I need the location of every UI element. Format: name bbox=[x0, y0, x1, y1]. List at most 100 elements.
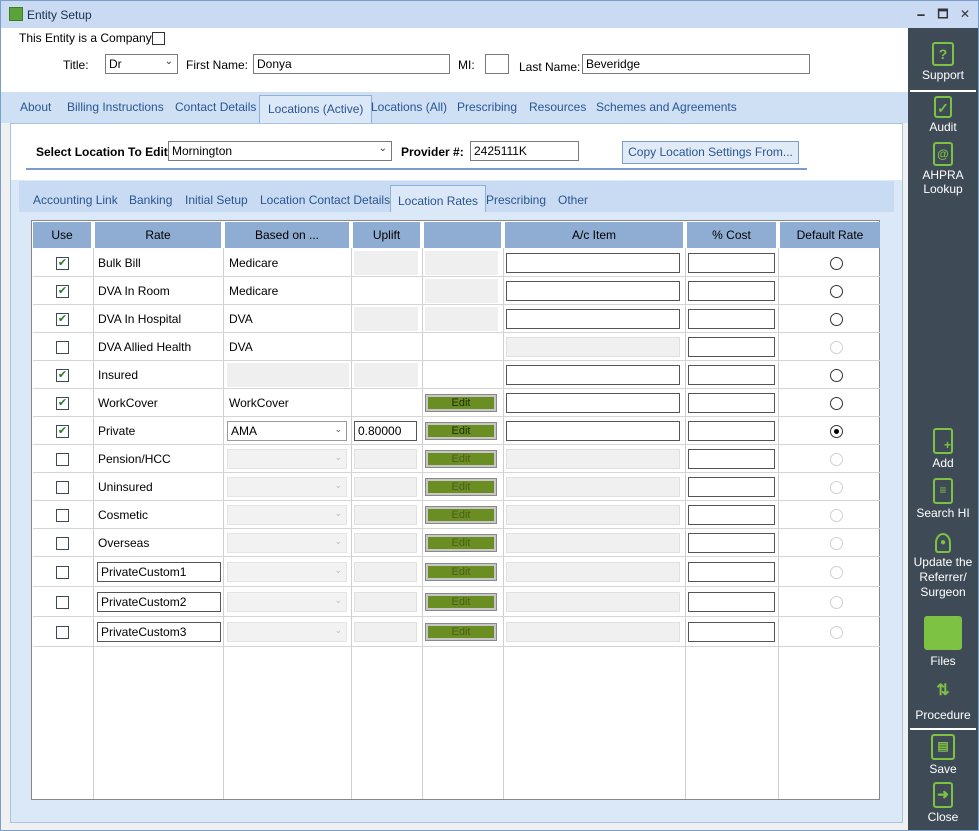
save-button[interactable]: ▤ Save bbox=[908, 734, 978, 776]
uplift-field bbox=[354, 449, 417, 469]
tab-locations-all[interactable]: Locations (All) bbox=[371, 100, 447, 114]
default-rate-radio[interactable] bbox=[830, 425, 843, 438]
default-rate-radio[interactable] bbox=[830, 397, 843, 410]
update-referrer-button[interactable]: ● Update the Referrer/ Surgeon bbox=[908, 533, 978, 600]
maximize-button[interactable]: 🗖 bbox=[933, 5, 953, 23]
ac-item-field[interactable] bbox=[506, 421, 680, 441]
procedure-button[interactable]: ⇅ Procedure bbox=[908, 678, 978, 722]
cost-field[interactable] bbox=[688, 281, 775, 301]
copy-location-settings-button[interactable]: Copy Location Settings From... bbox=[622, 141, 799, 164]
mi-field[interactable] bbox=[485, 54, 509, 74]
ac-item-field[interactable] bbox=[506, 365, 680, 385]
cost-field[interactable] bbox=[688, 393, 775, 413]
edit-button: Edit bbox=[425, 563, 497, 581]
add-button[interactable]: + Add bbox=[908, 428, 978, 470]
use-checkbox[interactable]: ✔ bbox=[56, 285, 69, 298]
title-select[interactable]: Dr ⌄ bbox=[105, 54, 178, 74]
header-default-rate: Default Rate bbox=[780, 222, 880, 248]
tab-accounting-link[interactable]: Accounting Link bbox=[33, 193, 118, 207]
based-on-value: Medicare bbox=[229, 256, 279, 270]
use-checkbox[interactable] bbox=[56, 596, 69, 609]
location-underline bbox=[26, 168, 807, 170]
tab-about[interactable]: About bbox=[20, 100, 51, 114]
based-on-select[interactable]: AMA ⌄ bbox=[227, 421, 347, 441]
first-name-field[interactable]: Donya bbox=[253, 54, 450, 74]
tab-locations-active[interactable]: Locations (Active) bbox=[259, 95, 373, 123]
tab-other[interactable]: Other bbox=[558, 193, 588, 207]
chevron-down-icon: ⌄ bbox=[164, 56, 173, 67]
cost-field[interactable] bbox=[688, 533, 775, 553]
cost-field[interactable] bbox=[688, 622, 775, 642]
ac-item-field[interactable] bbox=[506, 253, 680, 273]
default-rate-radio[interactable] bbox=[830, 257, 843, 270]
ac-item-field[interactable] bbox=[506, 281, 680, 301]
ahpra-lookup-button[interactable]: @ AHPRA Lookup bbox=[908, 142, 978, 196]
edit-button: Edit bbox=[425, 623, 497, 641]
tab-schemes-and-agreements[interactable]: Schemes and Agreements bbox=[596, 100, 737, 114]
cost-field[interactable] bbox=[688, 309, 775, 329]
use-checkbox[interactable] bbox=[56, 537, 69, 550]
cost-field[interactable] bbox=[688, 253, 775, 273]
rate-name: DVA Allied Health bbox=[98, 340, 192, 354]
use-checkbox[interactable]: ✔ bbox=[56, 313, 69, 326]
cost-field[interactable] bbox=[688, 562, 775, 582]
ac-item-field[interactable] bbox=[506, 393, 680, 413]
tab-contact-details[interactable]: Contact Details bbox=[175, 100, 256, 114]
edit-button[interactable]: Edit bbox=[425, 394, 497, 412]
close-window-button[interactable]: ✕ bbox=[955, 5, 975, 23]
cost-field[interactable] bbox=[688, 337, 775, 357]
use-checkbox[interactable] bbox=[56, 626, 69, 639]
audit-button[interactable]: ✓ Audit bbox=[908, 96, 978, 134]
minimize-button[interactable]: 🗕 bbox=[911, 5, 931, 23]
rate-name-field[interactable]: PrivateCustom1 bbox=[97, 562, 221, 582]
default-rate-radio[interactable] bbox=[830, 285, 843, 298]
company-checkbox[interactable] bbox=[152, 32, 165, 45]
chevron-down-icon: ⌄ bbox=[334, 452, 342, 462]
default-rate-radio[interactable] bbox=[830, 369, 843, 382]
last-name-field[interactable]: Beveridge bbox=[582, 54, 810, 74]
use-checkbox[interactable] bbox=[56, 566, 69, 579]
use-checkbox[interactable]: ✔ bbox=[56, 397, 69, 410]
rate-name-field[interactable]: PrivateCustom3 bbox=[97, 622, 221, 642]
location-select[interactable]: Mornington ⌄ bbox=[168, 141, 392, 161]
tab-banking[interactable]: Banking bbox=[129, 193, 172, 207]
company-label: This Entity is a Company bbox=[19, 31, 152, 45]
default-rate-radio[interactable] bbox=[830, 313, 843, 326]
cost-field[interactable] bbox=[688, 505, 775, 525]
uplift-field[interactable]: 0.80000 bbox=[354, 421, 417, 441]
use-checkbox[interactable]: ✔ bbox=[56, 369, 69, 382]
entity-setup-window: Entity Setup 🗕 🗖 ✕ This Entity is a Comp… bbox=[0, 0, 979, 831]
rate-name-field[interactable]: PrivateCustom2 bbox=[97, 592, 221, 612]
cost-field[interactable] bbox=[688, 477, 775, 497]
tab-location-contact-details[interactable]: Location Contact Details bbox=[260, 193, 390, 207]
edit-button[interactable]: Edit bbox=[425, 422, 497, 440]
chevron-down-icon: ⌄ bbox=[334, 595, 342, 605]
use-checkbox[interactable] bbox=[56, 481, 69, 494]
tab-prescribing[interactable]: Prescribing bbox=[457, 100, 517, 114]
cost-field[interactable] bbox=[688, 421, 775, 441]
support-button[interactable]: ? Support bbox=[908, 42, 978, 82]
update-referrer-label: Update the Referrer/ Surgeon bbox=[913, 555, 973, 599]
use-checkbox[interactable] bbox=[56, 341, 69, 354]
based-on-select: ⌄ bbox=[227, 533, 347, 553]
use-checkbox[interactable] bbox=[56, 453, 69, 466]
tab-location-rates[interactable]: Location Rates bbox=[390, 185, 487, 213]
search-hi-button[interactable]: ≡ Search HI bbox=[908, 478, 978, 520]
close-button[interactable]: ➜ Close bbox=[908, 782, 978, 824]
use-checkbox[interactable] bbox=[56, 509, 69, 522]
tab-sub-prescribing[interactable]: Prescribing bbox=[486, 193, 546, 207]
header-edit bbox=[424, 222, 503, 248]
use-checkbox[interactable]: ✔ bbox=[56, 257, 69, 270]
tab-initial-setup[interactable]: Initial Setup bbox=[185, 193, 248, 207]
ac-item-field[interactable] bbox=[506, 309, 680, 329]
cost-field[interactable] bbox=[688, 449, 775, 469]
provider-number-field[interactable]: 2425111K bbox=[470, 141, 579, 161]
tab-resources[interactable]: Resources bbox=[529, 100, 586, 114]
uplift-empty bbox=[354, 363, 418, 387]
title-label: Title: bbox=[63, 58, 89, 72]
use-checkbox[interactable]: ✔ bbox=[56, 425, 69, 438]
files-button[interactable]: Files bbox=[908, 616, 978, 668]
cost-field[interactable] bbox=[688, 592, 775, 612]
tab-billing-instructions[interactable]: Billing Instructions bbox=[67, 100, 164, 114]
cost-field[interactable] bbox=[688, 365, 775, 385]
